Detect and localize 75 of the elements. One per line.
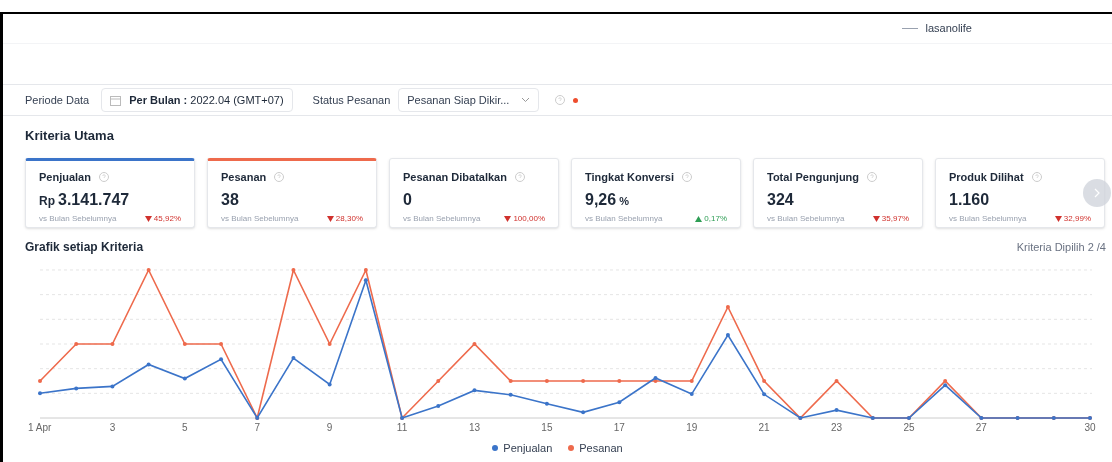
help-icon[interactable]: [1031, 172, 1042, 183]
period-label: Periode Data: [25, 92, 90, 108]
period-picker[interactable]: Per Bulan : 2022.04 (GMT+07): [101, 88, 293, 112]
x-axis-label: 15: [541, 422, 553, 433]
criteria-count: Kriteria Dipilih 2 /4: [1016, 239, 1106, 255]
comparison-label: vs Bulan Sebelumnya: [949, 212, 1027, 225]
comparison-label: vs Bulan Sebelumnya: [221, 212, 299, 225]
change-value: 32,99%: [1063, 212, 1091, 225]
triangle-down-icon: [326, 215, 334, 222]
legend-label[interactable]: Pesanan: [579, 440, 623, 457]
triangle-down-icon: [1054, 215, 1062, 222]
currency-label: Rp: [39, 192, 55, 210]
metric-title: Penjualan: [39, 170, 91, 185]
x-axis-label: 30: [1084, 422, 1096, 433]
next-button[interactable]: [1083, 179, 1111, 207]
chart-title: Grafik setiap Kriteria: [25, 239, 144, 256]
chevron-right-icon: [1094, 188, 1100, 198]
x-axis-label: 9: [326, 422, 333, 433]
triangle-down-icon: [872, 215, 880, 222]
status-dropdown[interactable]: Pesanan Siap Dikir...: [398, 88, 540, 112]
metric-card[interactable]: Pesanan Dibatalkan 0 vs Bulan Sebelumnya 100,00%: [389, 158, 559, 228]
x-axis-label: 23: [831, 422, 843, 433]
x-axis-label: 25: [903, 422, 915, 433]
change-value: 35,97%: [881, 212, 909, 225]
change-value: 0,17%: [704, 212, 727, 225]
change-value: 45,92%: [153, 212, 181, 225]
x-axis-label: 27: [975, 422, 987, 433]
metric-card[interactable]: Penjualan Rp 3.141.747 vs Bulan Sebelumnya 45,92%: [25, 158, 195, 228]
metric-title: Pesanan: [221, 170, 267, 185]
comparison-label: vs Bulan Sebelumnya: [767, 212, 845, 225]
account-name[interactable]: lasanolife: [925, 20, 972, 37]
dash-icon: [901, 28, 918, 29]
section-title: Kriteria Utama: [25, 127, 115, 145]
metric-value: 38: [221, 189, 239, 210]
help-icon[interactable]: [682, 172, 693, 183]
metric-title: Produk Dilihat: [949, 170, 1024, 185]
metric-value: 1.160: [949, 189, 990, 210]
help-icon[interactable]: [555, 95, 566, 105]
x-axis-label: 3: [109, 422, 116, 433]
x-axis-label: 1 Apr: [28, 422, 52, 433]
help-icon[interactable]: [514, 172, 525, 183]
metric-card[interactable]: Tingkat Konversi 9,26 % vs Bulan Sebelumnya 0,17%: [571, 158, 741, 228]
calendar-icon: [110, 94, 122, 106]
help-icon[interactable]: [98, 172, 109, 183]
x-axis-label: 17: [613, 422, 625, 433]
triangle-down-icon: [504, 215, 512, 222]
metric-value: 0: [403, 189, 412, 210]
status-label: Status Pesanan: [312, 92, 391, 108]
triangle-down-icon: [144, 215, 152, 222]
unit-label: %: [619, 193, 629, 209]
triangle-up-icon: [695, 215, 703, 222]
metric-title: Total Pengunjung: [767, 170, 860, 185]
metric-value: 9,26: [585, 189, 617, 210]
comparison-label: vs Bulan Sebelumnya: [585, 212, 663, 225]
comparison-label: vs Bulan Sebelumnya: [39, 212, 117, 225]
metric-card[interactable]: Total Pengunjung 324 vs Bulan Sebelumnya 35,97%: [753, 158, 923, 228]
x-axis-label: 7: [254, 422, 260, 433]
metric-title: Pesanan Dibatalkan: [403, 170, 507, 185]
legend-label[interactable]: Penjualan: [503, 440, 553, 457]
help-icon[interactable]: [274, 172, 285, 183]
x-axis-label: 5: [182, 422, 188, 433]
metric-card[interactable]: Pesanan 38 vs Bulan Sebelumnya 28,30%: [207, 158, 377, 228]
metric-title: Tingkat Konversi: [585, 170, 675, 185]
x-axis-label: 19: [686, 422, 698, 433]
help-icon[interactable]: [867, 172, 878, 183]
x-axis-label: 21: [758, 422, 770, 433]
change-value: 100,00%: [513, 212, 545, 225]
metric-value: 3.141.747: [58, 189, 130, 210]
metric-card[interactable]: Produk Dilihat 1.160 vs Bulan Sebelumnya 32,99%: [935, 158, 1105, 228]
x-axis-label: 11: [396, 422, 408, 433]
x-axis-label: 13: [468, 422, 481, 433]
comparison-label: vs Bulan Sebelumnya: [403, 212, 481, 225]
change-value: 28,30%: [335, 212, 363, 225]
chevron-down-icon: [521, 97, 531, 103]
metric-value: 324: [767, 189, 794, 210]
